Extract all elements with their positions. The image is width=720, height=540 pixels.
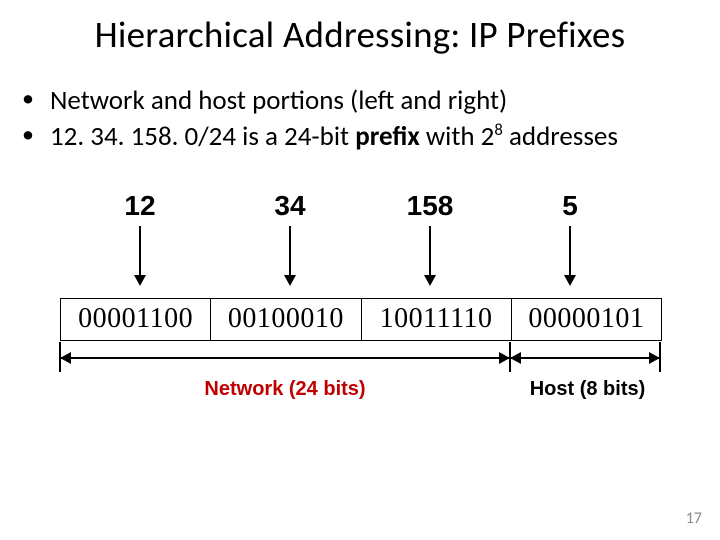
- page-number: 17: [686, 509, 702, 528]
- bullet-2-sup: 8: [494, 120, 502, 140]
- arrow-right-icon: [649, 352, 660, 364]
- host-range-line: [510, 357, 660, 359]
- bullet-2-text: 12. 34. 158. 0/24 is a 24-bit prefix wit…: [50, 120, 618, 154]
- bullet-2: • 12. 34. 158. 0/24 is a 24-bit prefix w…: [22, 120, 702, 154]
- arrow-down-icon: [289, 226, 291, 284]
- ip-diagram: 12 34 158 5 00001100 00100010 10011110 0…: [60, 190, 660, 470]
- octet-dec-2: 34: [250, 190, 330, 222]
- bullet-2-mid: with 2: [420, 120, 495, 153]
- octet-bin-1: 00001100: [61, 299, 211, 340]
- octet-dec-3: 158: [390, 190, 470, 222]
- octet-bin-4: 00000101: [512, 299, 661, 340]
- octet-bin-2: 00100010: [211, 299, 361, 340]
- bullet-dot-icon: •: [22, 84, 50, 114]
- slide: Hierarchical Addressing: IP Prefixes • N…: [0, 0, 720, 540]
- octet-dec-4: 5: [540, 190, 600, 222]
- network-label: Network (24 bits): [160, 378, 410, 401]
- arrow-down-icon: [139, 226, 141, 284]
- bullet-list: • Network and host portions (left and ri…: [22, 84, 702, 156]
- arrow-right-icon: [499, 352, 510, 364]
- bullet-1: • Network and host portions (left and ri…: [22, 84, 702, 118]
- range-indicators: Network (24 bits) Host (8 bits): [60, 340, 660, 420]
- octet-dec-1: 12: [100, 190, 180, 222]
- binary-row: 00001100 00100010 10011110 00000101: [60, 298, 662, 341]
- octet-bin-3: 10011110: [362, 299, 512, 340]
- arrow-down-icon: [429, 226, 431, 284]
- bullet-2-post: addresses: [503, 120, 618, 153]
- host-label: Host (8 bits): [515, 378, 660, 401]
- slide-title: Hierarchical Addressing: IP Prefixes: [0, 12, 720, 57]
- bullet-2-bold: prefix: [355, 120, 420, 153]
- bullet-dot-icon: •: [22, 120, 50, 150]
- network-range-line: [60, 357, 510, 359]
- arrow-left-icon: [510, 352, 521, 364]
- bullet-2-pre: 12. 34. 158. 0/24 is a 24-bit: [50, 120, 355, 153]
- arrow-down-icon: [569, 226, 571, 284]
- arrow-left-icon: [60, 352, 71, 364]
- bullet-1-text: Network and host portions (left and righ…: [50, 84, 507, 118]
